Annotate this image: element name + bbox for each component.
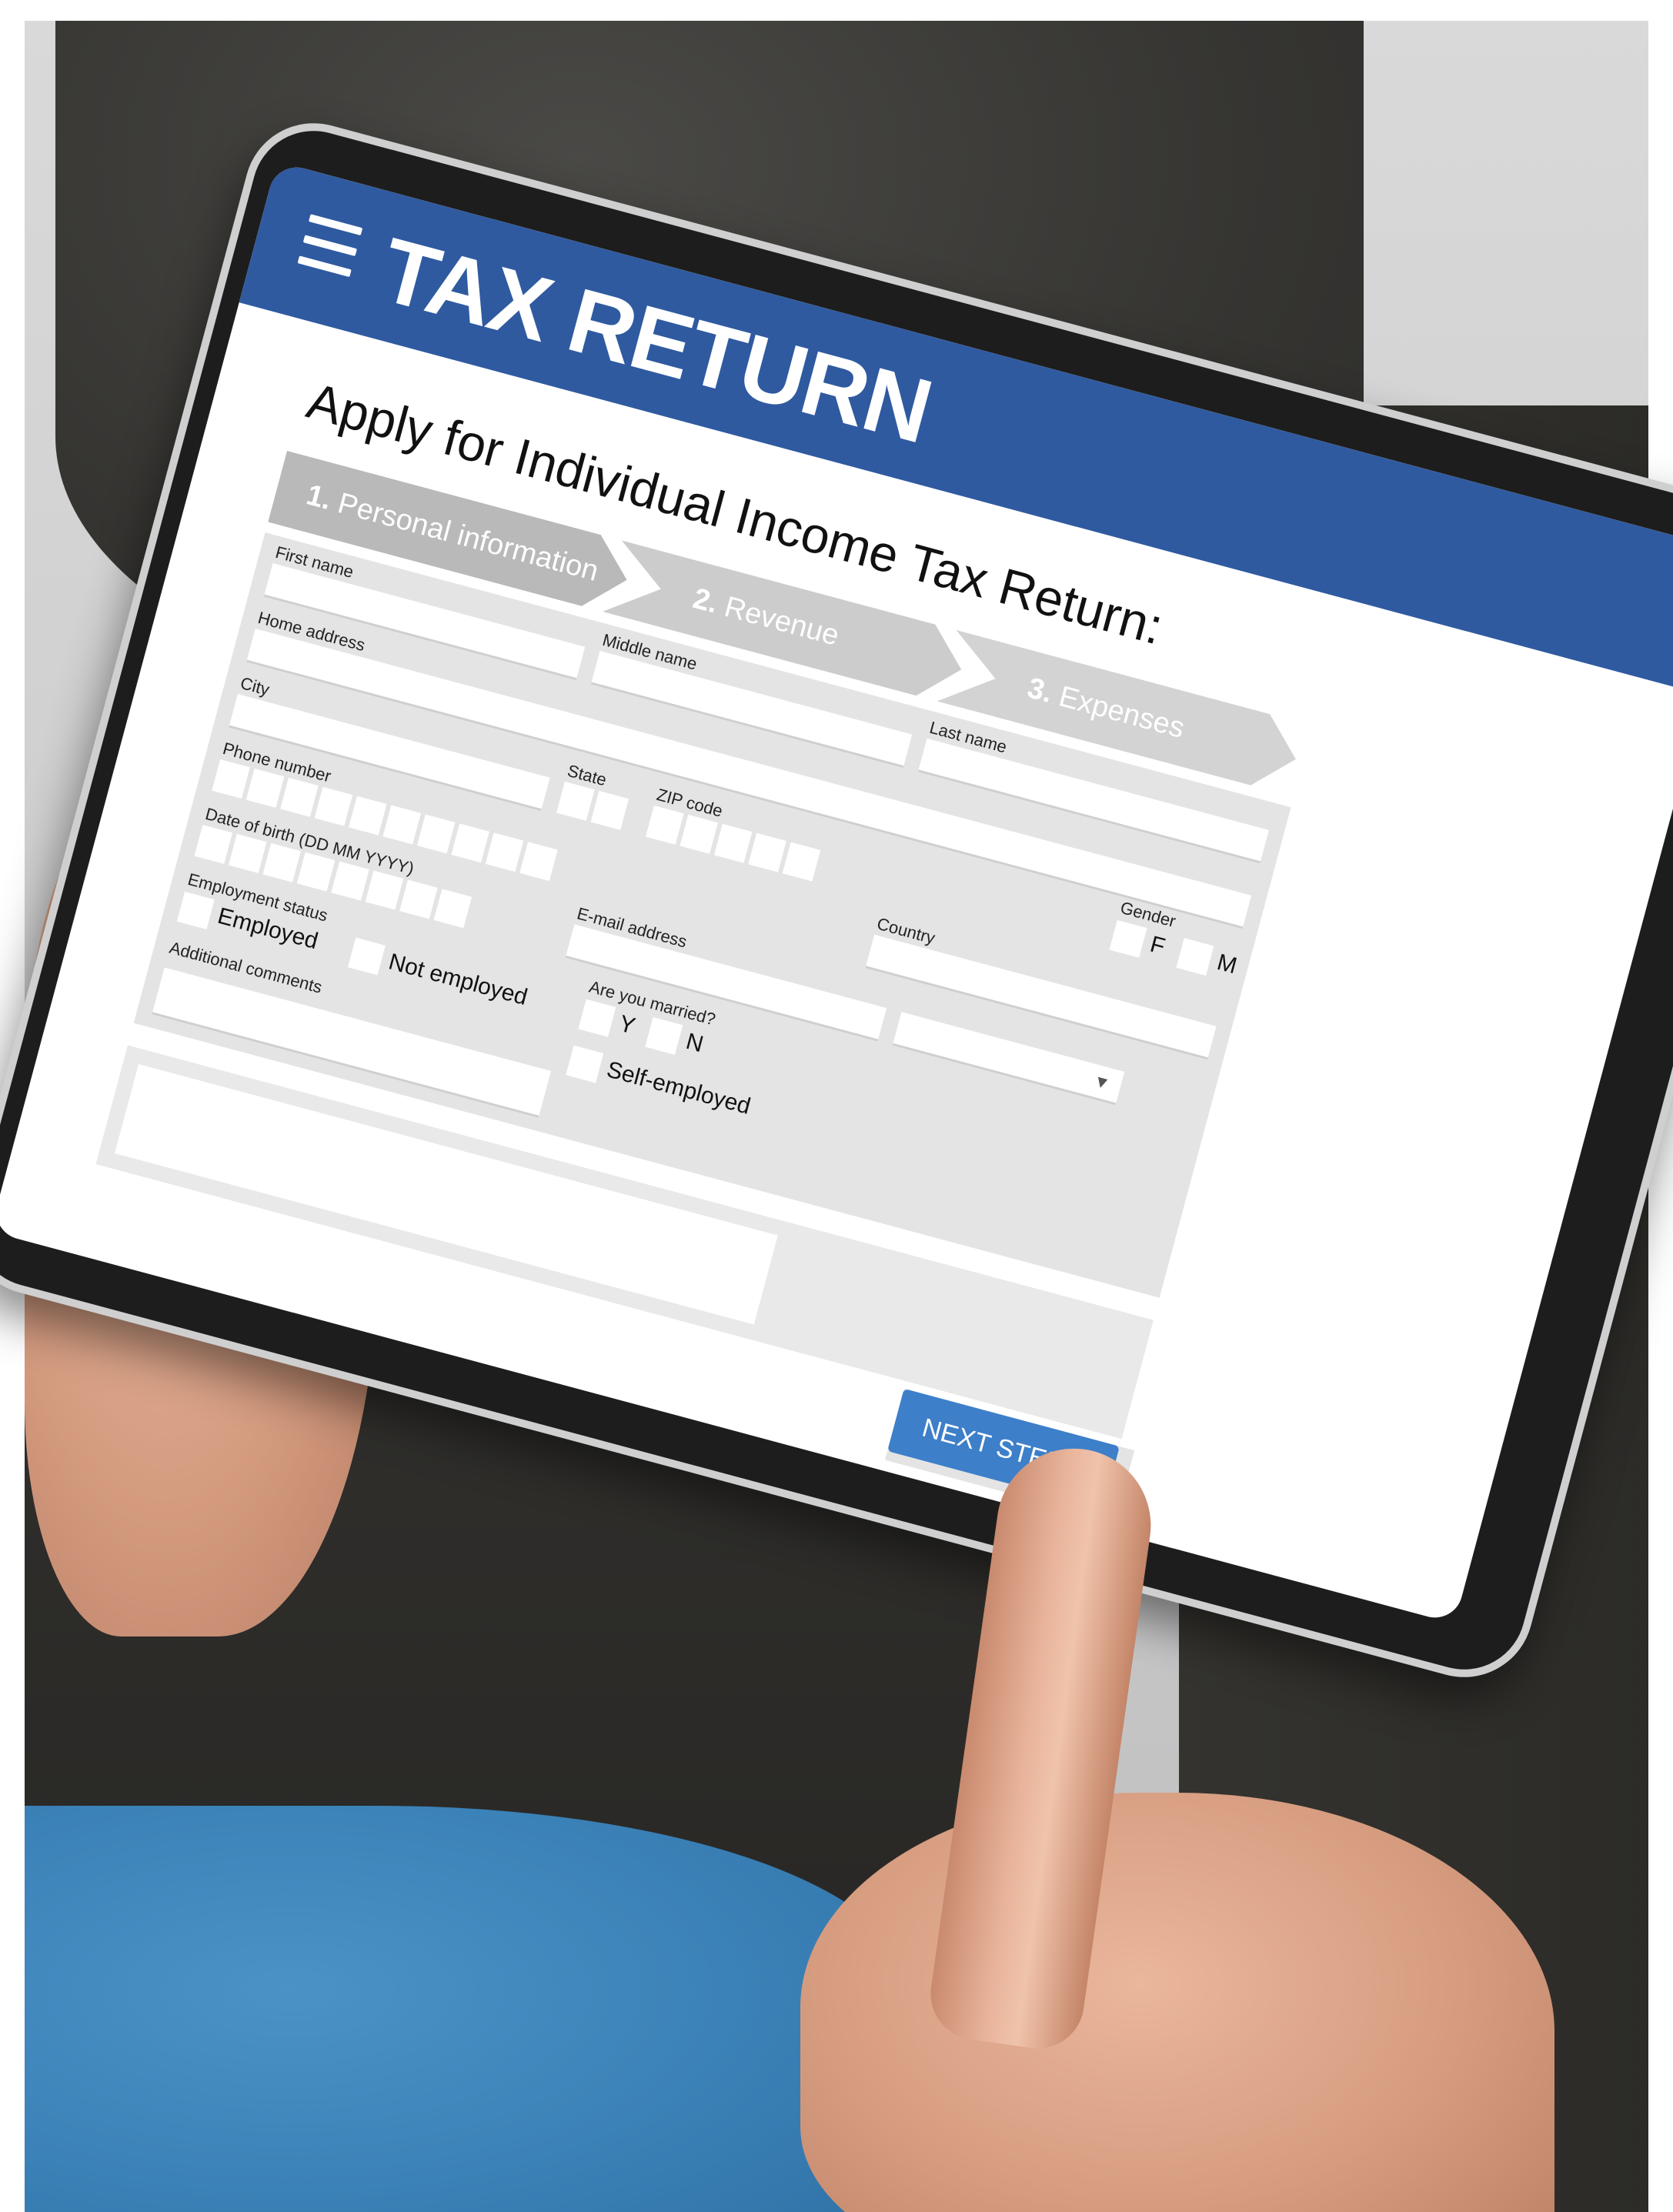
step-label: Revenue <box>720 590 843 652</box>
hamburger-menu-icon[interactable] <box>297 214 363 280</box>
step-number: 3. <box>1024 672 1057 710</box>
chevron-down-icon[interactable]: ▼ <box>1091 1070 1113 1094</box>
gender-f-checkbox[interactable] <box>1109 919 1147 958</box>
gender-f-label: F <box>1147 931 1168 960</box>
married-n-checkbox[interactable] <box>645 1016 683 1055</box>
gender-m-label: M <box>1214 949 1240 979</box>
married-y-label: Y <box>616 1010 638 1039</box>
self-employed-checkbox[interactable] <box>566 1045 604 1083</box>
not-employed-label: Not employed <box>386 949 530 1011</box>
step-label: Expenses <box>1055 680 1188 745</box>
step-number: 1. <box>302 479 336 517</box>
zip-code-cells[interactable] <box>646 805 821 882</box>
step-number: 2. <box>690 582 722 620</box>
self-employed-label: Self-employed <box>603 1056 753 1119</box>
married-n-label: N <box>683 1028 706 1058</box>
gender-m-checkbox[interactable] <box>1176 938 1214 976</box>
tablet-photo: TAX RETURN Apply for Individual Income T… <box>0 0 1673 2212</box>
state-cells[interactable] <box>556 781 629 830</box>
not-employed-checkbox[interactable] <box>347 937 386 976</box>
married-y-checkbox[interactable] <box>578 999 616 1037</box>
employed-checkbox[interactable] <box>176 891 215 929</box>
